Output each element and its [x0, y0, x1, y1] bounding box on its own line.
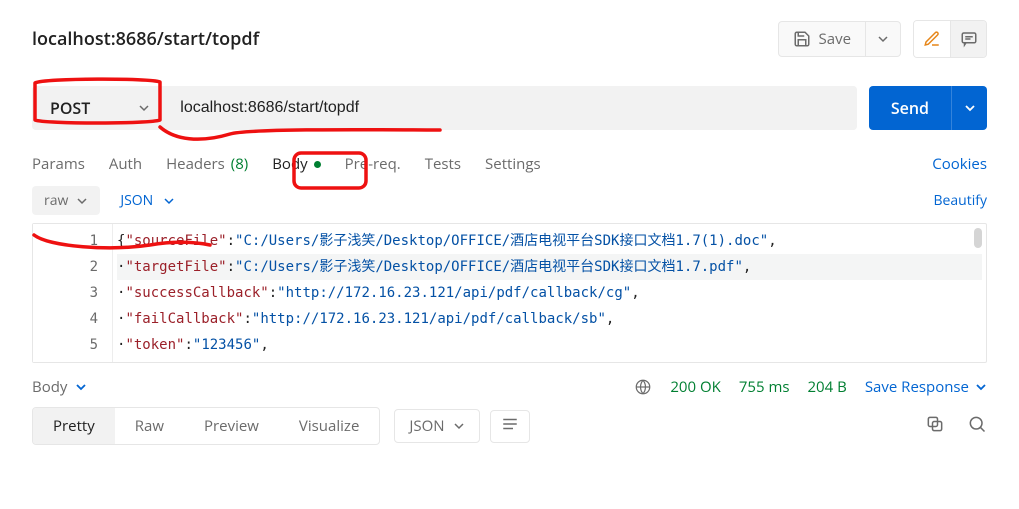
response-tabs-right [925, 414, 987, 439]
active-dot-icon [314, 161, 321, 168]
send-options-chevron[interactable] [951, 86, 987, 130]
tab-headers-count: (8) [231, 154, 248, 174]
response-status: 200 OK [670, 377, 720, 397]
send-button[interactable]: Send [869, 86, 951, 130]
body-subtabs-row: raw JSON Beautify [32, 186, 987, 215]
body-subtabs-left: raw JSON [32, 186, 175, 215]
header-actions: Save [778, 20, 987, 58]
save-label: Save [819, 29, 851, 49]
request-tabs: Params Auth Headers (8) Body Pre-req. Te… [32, 150, 541, 178]
editor-scrollbar[interactable] [974, 228, 982, 248]
save-icon [793, 30, 811, 48]
tab-body-label: Body [272, 154, 307, 174]
comment-button[interactable] [950, 21, 986, 57]
tab-body[interactable]: Body [272, 150, 320, 178]
save-options-chevron[interactable] [866, 22, 900, 56]
response-tabs-left: Pretty Raw Preview Visualize JSON [32, 407, 530, 445]
method-value: POST [50, 97, 90, 119]
body-editor[interactable]: 12345 {"sourceFile":"C:/Users/影子浅笑/Deskt… [32, 223, 987, 363]
response-tabs-row: Pretty Raw Preview Visualize JSON [32, 407, 987, 445]
response-format-select[interactable]: JSON [394, 409, 479, 443]
response-format-value: JSON [409, 416, 444, 436]
tab-params[interactable]: Params [32, 150, 85, 178]
save-response-label: Save Response [865, 377, 969, 397]
beautify-link[interactable]: Beautify [933, 191, 987, 210]
search-button[interactable] [967, 414, 987, 439]
save-button-group: Save [778, 21, 901, 57]
wrap-icon [501, 417, 519, 431]
header-row: localhost:8686/start/topdf Save [32, 20, 987, 58]
chevron-down-icon [975, 381, 987, 393]
request-row: POST Send [32, 86, 987, 130]
body-format-value: JSON [120, 191, 153, 210]
chevron-down-icon [964, 102, 976, 114]
pencil-icon [923, 30, 941, 48]
editor-gutter: 12345 [33, 224, 113, 362]
method-select[interactable]: POST [32, 86, 164, 130]
tab-settings[interactable]: Settings [485, 150, 541, 178]
response-body-label: Body [32, 377, 67, 397]
request-tabs-row: Params Auth Headers (8) Body Pre-req. Te… [32, 150, 987, 178]
header-icon-group [913, 20, 987, 58]
line-wrap-button[interactable] [490, 410, 530, 443]
response-status-row: Body 200 OK 755 ms 204 B Save Response [32, 377, 987, 397]
method-url-wrap: POST [32, 86, 857, 130]
tab-prereq[interactable]: Pre-req. [345, 150, 401, 178]
response-view-raw[interactable]: Raw [115, 408, 184, 444]
response-view-preview[interactable]: Preview [184, 408, 279, 444]
tab-tests[interactable]: Tests [425, 150, 461, 178]
cookies-link[interactable]: Cookies [932, 154, 987, 174]
response-view-segments: Pretty Raw Preview Visualize [32, 407, 380, 445]
response-size: 204 B [807, 377, 846, 397]
url-input[interactable] [164, 86, 857, 130]
chevron-down-icon [877, 33, 889, 45]
response-view-visualize[interactable]: Visualize [279, 408, 379, 444]
chevron-down-icon [75, 381, 87, 393]
chevron-down-icon [76, 195, 88, 207]
chevron-down-icon [453, 420, 465, 432]
response-body-tab[interactable]: Body [32, 377, 87, 397]
send-button-group: Send [869, 86, 987, 130]
comment-icon [960, 30, 978, 48]
request-title: localhost:8686/start/topdf [32, 27, 259, 51]
editor-code[interactable]: {"sourceFile":"C:/Users/影子浅笑/Desktop/OFF… [113, 224, 986, 362]
response-meta: 200 OK 755 ms 204 B Save Response [634, 377, 987, 397]
tab-headers-label: Headers [166, 154, 225, 174]
response-view-pretty[interactable]: Pretty [33, 408, 115, 444]
copy-icon [925, 414, 945, 434]
tab-headers[interactable]: Headers (8) [166, 150, 248, 178]
chevron-down-icon [163, 195, 175, 207]
chevron-down-icon [138, 97, 150, 119]
save-button[interactable]: Save [779, 22, 866, 56]
body-format-select[interactable]: JSON [120, 191, 175, 210]
copy-button[interactable] [925, 414, 945, 439]
save-response-button[interactable]: Save Response [865, 377, 987, 397]
network-icon[interactable] [634, 378, 652, 396]
body-type-select[interactable]: raw [32, 186, 100, 215]
tab-auth[interactable]: Auth [109, 150, 142, 178]
search-icon [967, 414, 987, 434]
response-time: 755 ms [739, 377, 790, 397]
body-type-value: raw [44, 191, 68, 210]
edit-button[interactable] [914, 21, 950, 57]
